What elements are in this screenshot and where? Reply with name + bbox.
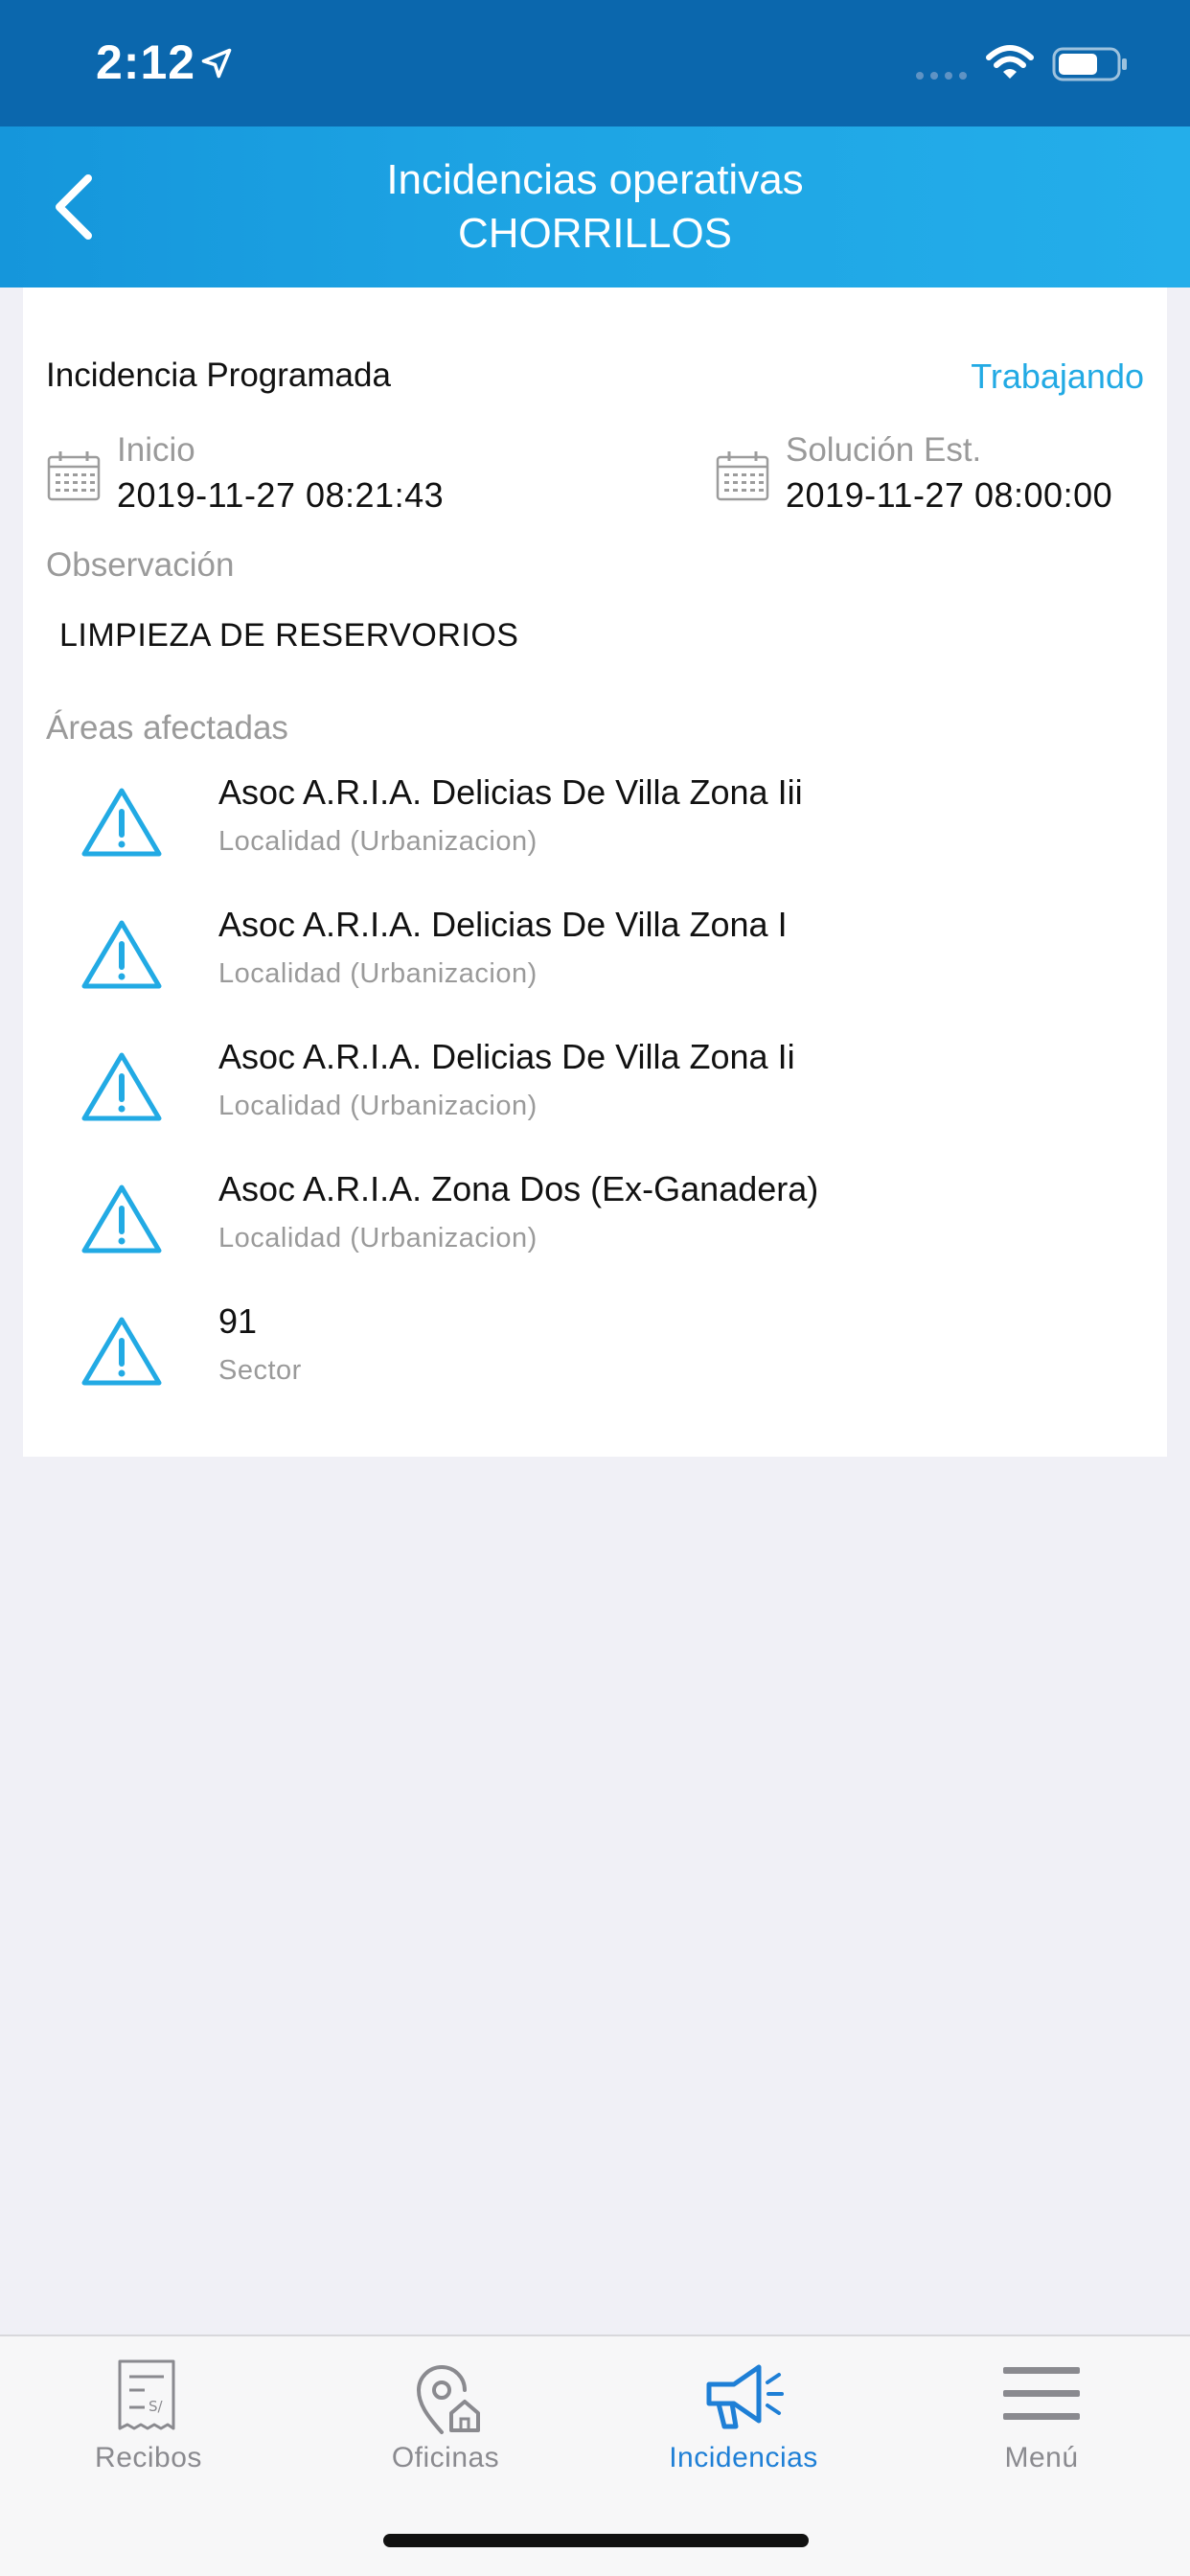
status-bar: 2:12 [0, 0, 1190, 126]
end-date-block: Solución Est. 2019-11-27 08:00:00 [715, 431, 1156, 527]
svg-text:S/: S/ [149, 2398, 164, 2415]
area-name: Asoc A.R.I.A. Delicias De Villa Zona Ii [218, 1037, 795, 1076]
area-name: Asoc A.R.I.A. Zona Dos (Ex-Ganadera) [218, 1169, 819, 1208]
incident-header-row: Incidencia Programada Trabajando [46, 356, 1144, 404]
list-item: Asoc A.R.I.A. Delicias De Villa Zona Iii… [23, 767, 1167, 899]
list-item: Asoc A.R.I.A. Delicias De Villa Zona Ii … [23, 1031, 1167, 1163]
warning-triangle-icon [81, 1184, 162, 1254]
hamburger-menu-icon [1003, 2367, 1080, 2420]
incident-card: Incidencia Programada Trabajando Inicio … [23, 288, 1167, 1457]
tab-recibos[interactable]: S/ Recibos [0, 2336, 297, 2528]
area-type: Localidad (Urbanizacion) [218, 826, 538, 857]
tab-incidencias[interactable]: Incidencias [595, 2336, 892, 2528]
observation-value: LIMPIEZA DE RESERVORIOS [59, 617, 519, 654]
signal-dots-icon [916, 72, 967, 80]
observation-caption: Observación [46, 546, 235, 584]
incident-status: Trabajando [971, 356, 1144, 396]
area-type: Localidad (Urbanizacion) [218, 958, 538, 989]
area-name: 91 [218, 1301, 258, 1341]
affected-areas-list: Asoc A.R.I.A. Delicias De Villa Zona Iii… [23, 767, 1167, 1428]
page-title: Incidencias operativas CHORRILLOS [192, 153, 998, 261]
list-item: Asoc A.R.I.A. Zona Dos (Ex-Ganadera) Loc… [23, 1163, 1167, 1296]
calendar-icon [716, 451, 769, 501]
warning-triangle-icon [81, 1052, 162, 1121]
area-name: Asoc A.R.I.A. Delicias De Villa Zona I [218, 905, 788, 944]
start-date-block: Inicio 2019-11-27 08:21:43 [46, 431, 621, 527]
page-title-line2: CHORRILLOS [457, 210, 733, 257]
warning-triangle-icon [81, 920, 162, 989]
warning-triangle-icon [81, 788, 162, 857]
office-location-icon [416, 2365, 480, 2434]
warning-triangle-icon [81, 1317, 162, 1386]
page-title-line1: Incidencias operativas [386, 156, 804, 203]
tab-label: Menú [1004, 2442, 1079, 2473]
tab-label: Recibos [95, 2442, 202, 2473]
receipt-icon: S/ [118, 2359, 175, 2430]
list-item: Asoc A.R.I.A. Delicias De Villa Zona I L… [23, 899, 1167, 1031]
area-name: Asoc A.R.I.A. Delicias De Villa Zona Iii [218, 772, 803, 812]
end-date-value: 2019-11-27 08:00:00 [786, 475, 1113, 515]
status-time: 2:12 [96, 35, 196, 89]
area-type: Localidad (Urbanizacion) [218, 1091, 538, 1121]
calendar-icon [47, 451, 101, 501]
back-chevron-icon[interactable] [46, 169, 103, 245]
list-item: 91 Sector [23, 1296, 1167, 1428]
wifi-icon [986, 45, 1034, 79]
megaphone-icon [706, 2364, 784, 2429]
start-date-value: 2019-11-27 08:21:43 [117, 475, 445, 515]
areas-caption: Áreas afectadas [46, 709, 288, 747]
location-arrow-icon [201, 48, 232, 79]
incident-type: Incidencia Programada [46, 356, 391, 394]
tab-menu[interactable]: Menú [893, 2336, 1190, 2528]
area-type: Localidad (Urbanizacion) [218, 1223, 538, 1254]
navigation-bar: Incidencias operativas CHORRILLOS [0, 126, 1190, 288]
tab-label: Incidencias [669, 2442, 818, 2473]
end-date-caption: Solución Est. [786, 431, 982, 469]
area-type: Sector [218, 1355, 302, 1386]
start-date-caption: Inicio [117, 431, 195, 469]
tab-label: Oficinas [391, 2442, 500, 2473]
tab-oficinas[interactable]: Oficinas [297, 2336, 594, 2528]
battery-icon [1052, 47, 1127, 81]
home-indicator [383, 2534, 809, 2547]
